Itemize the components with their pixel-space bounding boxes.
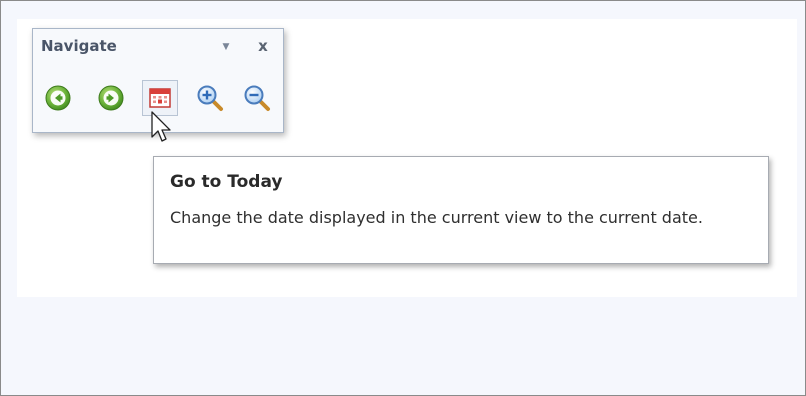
zoom-in-icon	[197, 85, 223, 111]
close-button[interactable]: x	[255, 37, 271, 55]
tooltip-description: Change the date displayed in the current…	[170, 208, 703, 227]
navigate-panel-title: Navigate	[41, 37, 117, 55]
back-button[interactable]	[43, 83, 73, 113]
tooltip-title: Go to Today	[170, 172, 283, 192]
zoom-out-button[interactable]	[242, 83, 272, 113]
zoom-out-icon	[244, 85, 270, 111]
calendar-today-icon	[149, 88, 171, 108]
navigate-panel-header: Navigate ▼ x	[33, 29, 283, 63]
forward-button[interactable]	[96, 83, 126, 113]
navigate-toolbar-panel: Navigate ▼ x	[32, 28, 284, 133]
zoom-in-button[interactable]	[195, 83, 225, 113]
go-to-today-button[interactable]	[142, 80, 178, 116]
tooltip: Go to Today Change the date displayed in…	[153, 156, 769, 264]
chevron-down-icon[interactable]: ▼	[219, 40, 233, 54]
arrow-left-circle-icon	[45, 85, 71, 111]
navigate-button-row	[41, 80, 277, 116]
arrow-right-circle-icon	[98, 85, 124, 111]
